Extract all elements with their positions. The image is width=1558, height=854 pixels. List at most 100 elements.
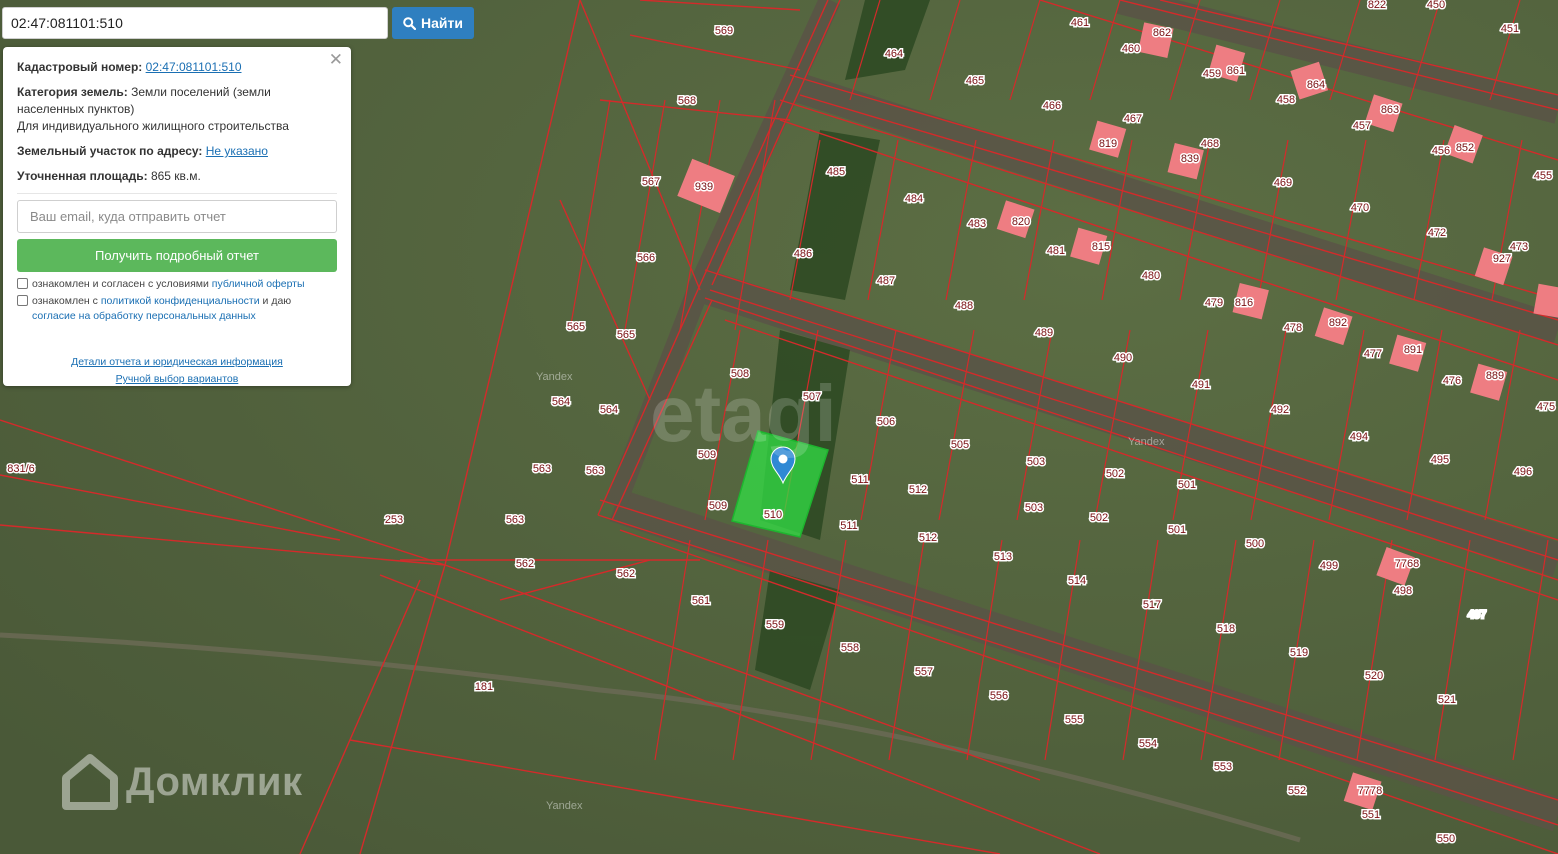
- parcel-number-label[interactable]: 501: [1176, 478, 1197, 493]
- parcel-number-label[interactable]: 816: [1233, 296, 1254, 311]
- parcel-number-label[interactable]: 479: [1203, 296, 1224, 311]
- parcel-number-label[interactable]: 839: [1179, 152, 1200, 167]
- parcel-number-label[interactable]: 511: [839, 519, 860, 534]
- parcel-number-label[interactable]: 495: [1429, 453, 1450, 468]
- parcel-number-label[interactable]: 475: [1535, 400, 1556, 415]
- parcel-number-label[interactable]: 456: [1430, 144, 1451, 159]
- parcel-number-label[interactable]: 506: [875, 415, 896, 430]
- parcel-number-label[interactable]: 496: [1512, 465, 1533, 480]
- parcel-number-label[interactable]: 498: [1392, 584, 1413, 599]
- email-field[interactable]: [17, 200, 337, 233]
- parcel-number-label[interactable]: 500: [1244, 537, 1265, 552]
- parcel-number-label[interactable]: 555: [1063, 713, 1084, 728]
- parcel-number-label[interactable]: 450: [1425, 0, 1446, 13]
- parcel-number-label[interactable]: 566: [635, 251, 656, 266]
- parcel-number-label[interactable]: 568: [676, 94, 697, 109]
- parcel-number-label[interactable]: 862: [1151, 26, 1172, 41]
- parcel-number-label[interactable]: 861: [1225, 64, 1246, 79]
- parcel-number-label[interactable]: 470: [1349, 201, 1370, 216]
- parcel-number-label[interactable]: 469: [1272, 176, 1293, 191]
- parcel-number-label[interactable]: 465: [964, 74, 985, 89]
- parcel-number-label[interactable]: 497: [1466, 608, 1487, 623]
- parcel-number-label[interactable]: 567: [640, 175, 661, 190]
- parcel-number-label[interactable]: 468: [1199, 137, 1220, 152]
- offer-consent-checkbox[interactable]: [17, 278, 28, 289]
- parcel-number-label[interactable]: 564: [550, 395, 571, 410]
- parcel-number-label[interactable]: 488: [953, 299, 974, 314]
- parcel-number-label[interactable]: 562: [615, 567, 636, 582]
- close-icon[interactable]: ✕: [329, 51, 343, 68]
- personal-data-consent-link[interactable]: согласие на обработку персональных данны…: [32, 310, 256, 322]
- parcel-number-label[interactable]: 852: [1454, 141, 1475, 156]
- parcel-number-label[interactable]: 563: [531, 462, 552, 477]
- parcel-number-label[interactable]: 464: [883, 47, 904, 62]
- parcel-number-label[interactable]: 559: [764, 618, 785, 633]
- parcel-number-label[interactable]: 512: [917, 531, 938, 546]
- parcel-number-label[interactable]: 520: [1363, 669, 1384, 684]
- parcel-number-label[interactable]: 815: [1090, 240, 1111, 255]
- parcel-number-label[interactable]: 253: [383, 513, 404, 528]
- parcel-number-label[interactable]: 569: [713, 24, 734, 39]
- search-button[interactable]: Найти: [392, 7, 474, 39]
- cadastral-number-link[interactable]: 02:47:081101:510: [146, 60, 242, 74]
- parcel-number-label[interactable]: 503: [1023, 501, 1044, 516]
- parcel-number-label[interactable]: 502: [1088, 511, 1109, 526]
- parcel-number-label[interactable]: 503: [1025, 455, 1046, 470]
- parcel-number-label[interactable]: 889: [1484, 369, 1505, 384]
- parcel-number-label[interactable]: 822: [1366, 0, 1387, 13]
- parcel-number-label[interactable]: 927: [1491, 252, 1512, 267]
- parcel-number-label[interactable]: 455: [1532, 169, 1553, 184]
- parcel-number-label[interactable]: 819: [1097, 137, 1118, 152]
- parcel-number-label[interactable]: 502: [1104, 467, 1125, 482]
- parcel-number-label[interactable]: 513: [992, 550, 1013, 565]
- parcel-number-label[interactable]: 519: [1288, 646, 1309, 661]
- address-link[interactable]: Не указано: [206, 144, 268, 158]
- parcel-number-label[interactable]: 492: [1269, 403, 1290, 418]
- parcel-number-label[interactable]: 553: [1212, 760, 1233, 775]
- parcel-number-label[interactable]: 891: [1402, 343, 1423, 358]
- parcel-number-label[interactable]: 459: [1201, 67, 1222, 82]
- parcel-number-label[interactable]: 892: [1327, 316, 1348, 331]
- parcel-number-label[interactable]: 477: [1362, 347, 1383, 362]
- parcel-number-label[interactable]: 551: [1360, 808, 1381, 823]
- parcel-number-label[interactable]: 501: [1166, 523, 1187, 538]
- parcel-number-label[interactable]: 562: [514, 557, 535, 572]
- parcel-number-label[interactable]: 563: [584, 464, 605, 479]
- manual-selection-link[interactable]: Ручной выбор вариантов: [116, 371, 239, 388]
- report-details-link[interactable]: Детали отчета и юридическая информация: [71, 354, 283, 371]
- parcel-number-label[interactable]: 557: [913, 665, 934, 680]
- privacy-policy-link[interactable]: политикой конфиденциальности: [101, 295, 260, 307]
- parcel-number-label[interactable]: 7768: [1393, 557, 1420, 572]
- parcel-number-label[interactable]: 457: [1351, 119, 1372, 134]
- parcel-number-label[interactable]: 518: [1215, 622, 1236, 637]
- parcel-number-label[interactable]: 484: [903, 192, 924, 207]
- parcel-number-label[interactable]: 491: [1190, 378, 1211, 393]
- cadastral-search-input[interactable]: [2, 7, 388, 39]
- parcel-number-label[interactable]: 451: [1499, 22, 1520, 37]
- parcel-number-label[interactable]: 939: [693, 180, 714, 195]
- parcel-number-label[interactable]: 561: [690, 594, 711, 609]
- parcel-number-label[interactable]: 486: [792, 247, 813, 262]
- parcel-number-label[interactable]: 490: [1112, 351, 1133, 366]
- parcel-number-label[interactable]: 481: [1045, 244, 1066, 259]
- parcel-number-label[interactable]: 472: [1426, 226, 1447, 241]
- parcel-number-label[interactable]: 565: [565, 320, 586, 335]
- parcel-number-label[interactable]: 489: [1033, 326, 1054, 341]
- parcel-number-label[interactable]: 499: [1318, 559, 1339, 574]
- parcel-number-label[interactable]: 565: [615, 328, 636, 343]
- parcel-number-label[interactable]: 820: [1010, 215, 1031, 230]
- parcel-number-label[interactable]: 476: [1441, 374, 1462, 389]
- privacy-consent-checkbox[interactable]: [17, 295, 28, 306]
- parcel-number-label[interactable]: 512: [907, 483, 928, 498]
- parcel-number-label[interactable]: 510: [762, 508, 783, 523]
- parcel-number-label[interactable]: 563: [504, 513, 525, 528]
- parcel-number-label[interactable]: 831/6: [6, 462, 37, 477]
- parcel-number-label[interactable]: 521: [1436, 693, 1457, 708]
- parcel-number-label[interactable]: 552: [1286, 784, 1307, 799]
- parcel-number-label[interactable]: 517: [1141, 598, 1162, 613]
- parcel-number-label[interactable]: 556: [988, 689, 1009, 704]
- parcel-number-label[interactable]: 478: [1282, 321, 1303, 336]
- parcel-number-label[interactable]: 554: [1137, 737, 1158, 752]
- parcel-number-label[interactable]: 460: [1120, 42, 1141, 57]
- parcel-number-label[interactable]: 466: [1041, 99, 1062, 114]
